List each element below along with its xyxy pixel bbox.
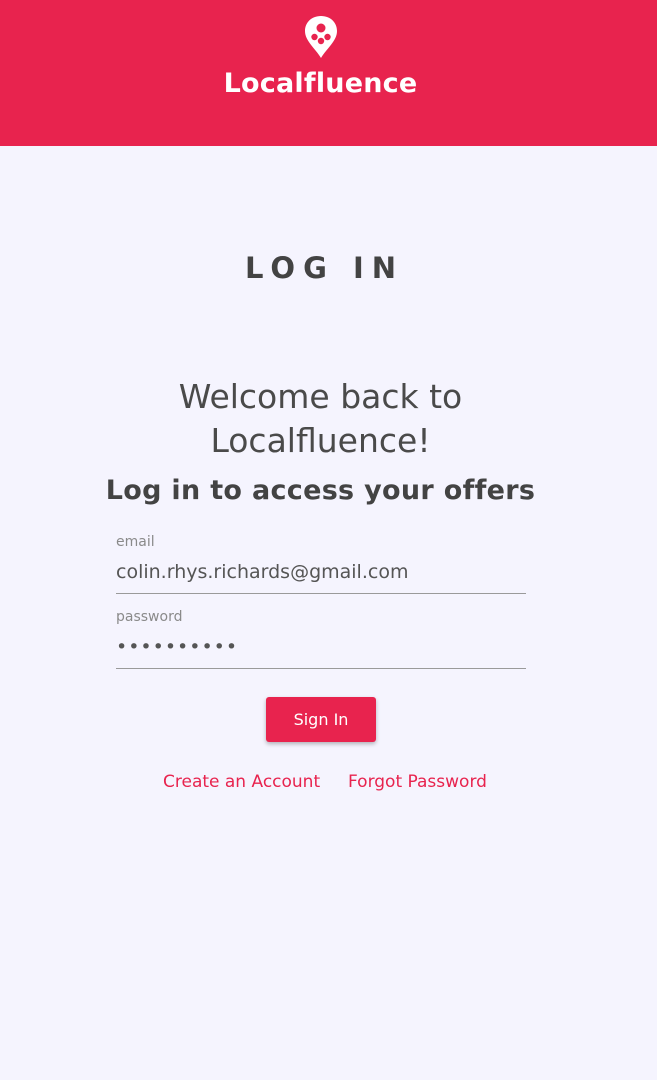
welcome-heading: Welcome back to Localfluence! bbox=[0, 375, 641, 463]
email-field: email bbox=[116, 534, 526, 594]
password-field: password bbox=[116, 609, 526, 669]
password-label: password bbox=[116, 609, 183, 625]
email-label: email bbox=[116, 534, 155, 550]
forgot-password-link[interactable]: Forgot Password bbox=[348, 772, 487, 792]
brand-name: Localfluence bbox=[223, 68, 418, 99]
login-subtitle: Log in to access your offers bbox=[105, 475, 536, 506]
welcome-line-2: Localfluence! bbox=[210, 421, 431, 460]
page-title: LOG IN bbox=[244, 251, 405, 285]
location-pin-icon bbox=[305, 16, 337, 58]
email-input[interactable] bbox=[116, 561, 526, 583]
app-header: Localfluence bbox=[0, 0, 657, 146]
password-input[interactable] bbox=[116, 636, 526, 658]
welcome-line-1: Welcome back to bbox=[178, 377, 463, 416]
sign-in-button[interactable]: Sign In bbox=[266, 697, 376, 742]
create-account-link[interactable]: Create an Account bbox=[163, 772, 320, 792]
